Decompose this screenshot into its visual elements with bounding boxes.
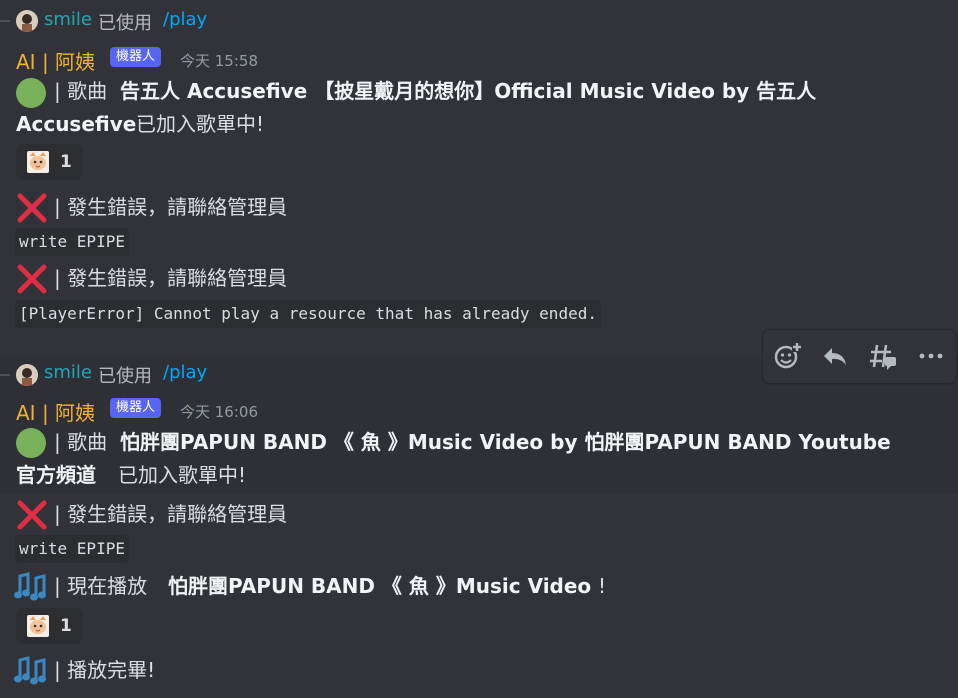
timestamp[interactable]: 今天 15:58	[180, 50, 258, 71]
green-circle-icon	[16, 78, 46, 108]
now-playing-song: 怕胖團PAPUN BAND 《 魚 》Music Video	[168, 574, 592, 598]
error-code: write EPIPE	[15, 228, 129, 256]
song-title-cont: 官方頻道	[16, 463, 96, 487]
reply-avatar[interactable]	[16, 10, 38, 32]
reaction-button[interactable]: 1	[16, 608, 83, 644]
reply-used-text: 已使用	[98, 366, 152, 387]
error-code: [PlayerError] Cannot play a resource tha…	[15, 300, 601, 328]
reaction-button[interactable]: 1	[16, 144, 83, 180]
reply-command[interactable]: /play	[163, 362, 207, 383]
now-playing-suffix: !	[598, 574, 607, 598]
now-playing-prefix: | 現在播放	[54, 574, 148, 598]
cat-emoji-icon	[26, 614, 50, 642]
author-name[interactable]: AI | 阿姨	[16, 46, 95, 75]
red-x-icon	[16, 193, 48, 227]
song-title: 怕胖團PAPUN BAND 《 魚 》Music Video by 怕胖團PAP…	[120, 430, 891, 454]
red-x-icon	[16, 500, 48, 534]
song-prefix: | 歌曲	[54, 79, 108, 103]
reply-command[interactable]: /play	[163, 9, 207, 30]
reaction-count: 1	[60, 616, 72, 636]
song-title-cont: Accusefive	[16, 112, 137, 136]
reply-icon[interactable]	[819, 340, 851, 372]
reply-connector	[0, 374, 10, 376]
cat-emoji-icon	[26, 150, 50, 178]
song-title: 告五人 Accusefive 【披星戴月的想你】Official Music V…	[120, 79, 817, 103]
finished-text: | 播放完畢!	[54, 658, 156, 682]
song-added-suffix: 已加入歌單中!	[136, 112, 265, 136]
music-notes-icon	[14, 570, 48, 606]
reply-used-text: 已使用	[98, 13, 152, 34]
reply-username[interactable]: smile	[44, 362, 92, 383]
reply-avatar[interactable]	[16, 364, 38, 386]
reaction-count: 1	[60, 152, 72, 172]
error-text: | 發生錯誤，請聯絡管理員	[54, 502, 288, 526]
bot-tag: 機器人	[110, 47, 162, 67]
green-circle-icon	[16, 428, 46, 458]
bot-tag: 機器人	[110, 398, 162, 418]
song-prefix: | 歌曲	[54, 430, 108, 454]
author-name[interactable]: AI | 阿姨	[16, 397, 95, 426]
reply-username[interactable]: smile	[44, 9, 92, 30]
song-added-suffix: 已加入歌單中!	[118, 463, 247, 487]
reply-connector	[0, 20, 10, 22]
error-text: | 發生錯誤，請聯絡管理員	[54, 266, 288, 290]
music-notes-icon	[14, 654, 48, 690]
error-code: write EPIPE	[15, 535, 129, 563]
error-text: | 發生錯誤，請聯絡管理員	[54, 195, 288, 219]
create-thread-icon[interactable]	[867, 340, 899, 372]
message-actions-toolbar	[762, 329, 957, 384]
red-x-icon	[16, 264, 48, 298]
add-reaction-icon[interactable]	[771, 340, 803, 372]
timestamp[interactable]: 今天 16:06	[180, 401, 258, 422]
more-icon[interactable]	[915, 340, 947, 372]
